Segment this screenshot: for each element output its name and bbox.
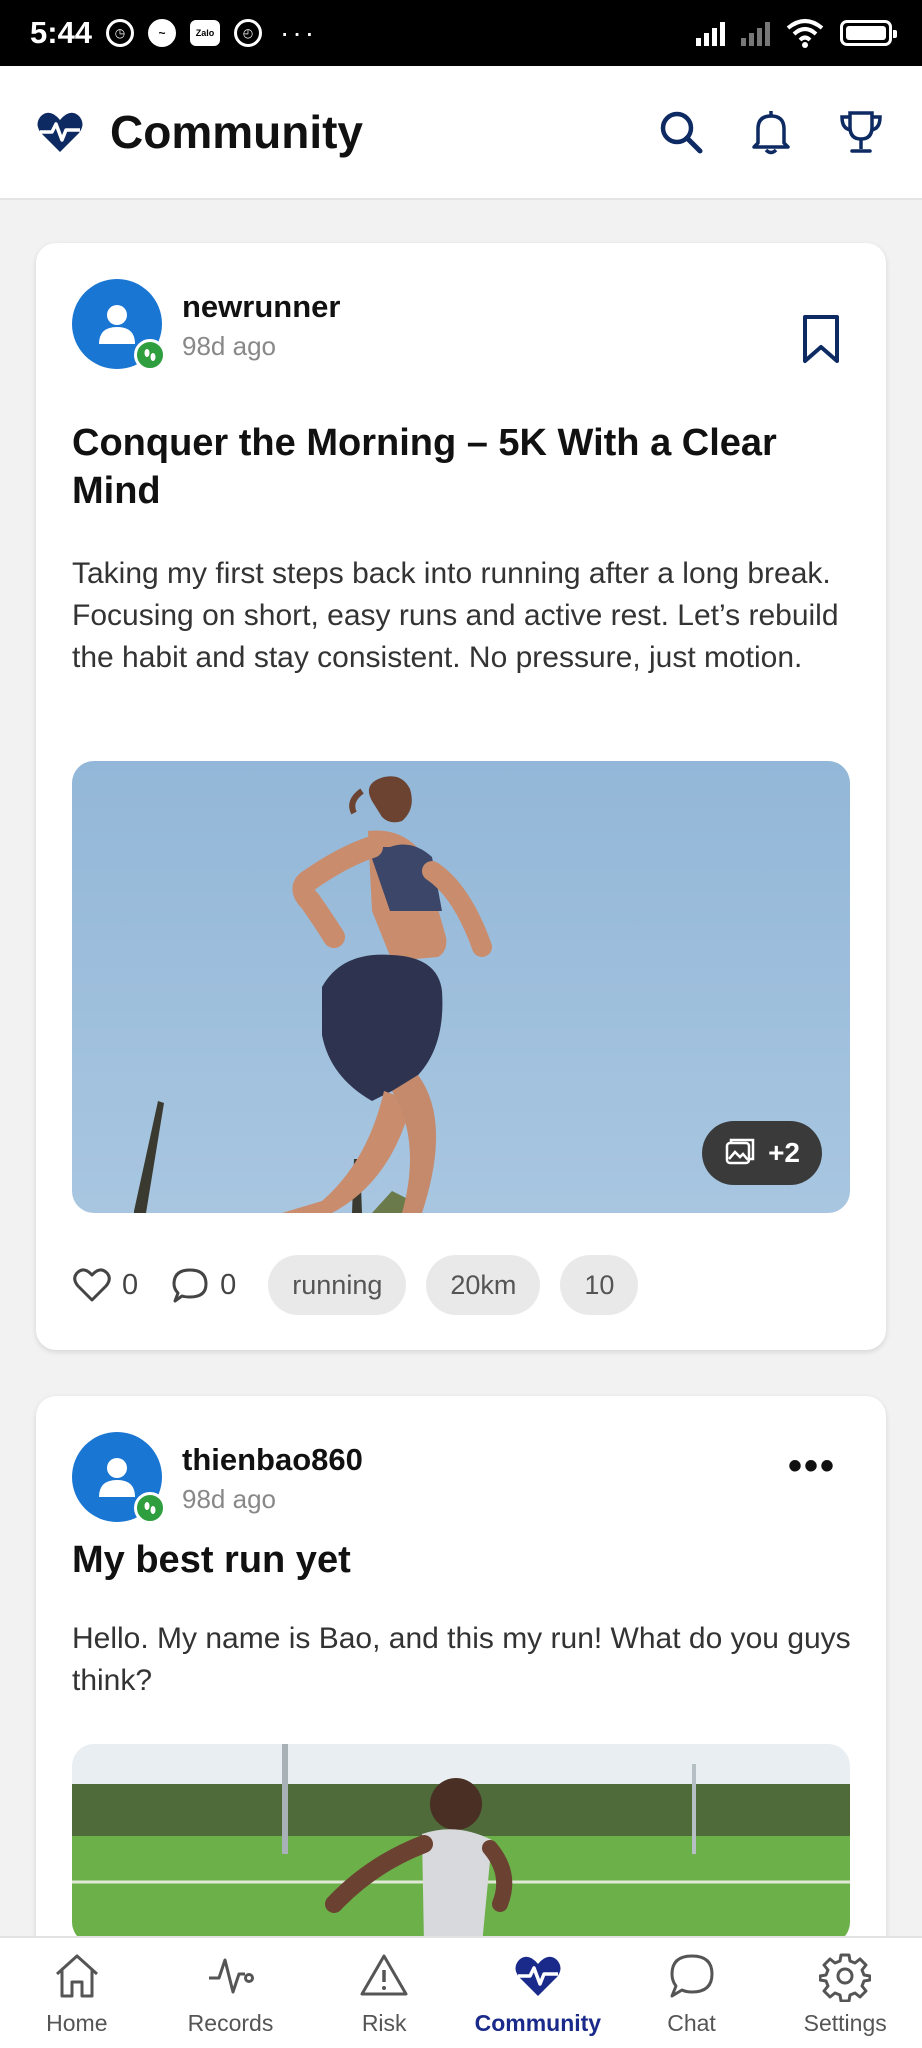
trophy-icon[interactable]: [836, 107, 886, 157]
warning-icon: [360, 1954, 408, 1996]
more-notifications-indicator: ···: [280, 17, 318, 48]
home-icon: [55, 1954, 98, 1998]
post-author-row[interactable]: thienbao860 98d ago: [72, 1432, 363, 1524]
chat-icon: [670, 1954, 714, 1998]
gallery-icon: [725, 1138, 755, 1165]
clock-status-icon: ◴: [234, 19, 263, 47]
nav-label: Settings: [803, 2010, 887, 2036]
user-icon: [99, 1458, 135, 1497]
runner-badge-icon: [134, 1492, 166, 1524]
post-title[interactable]: My best run yet: [72, 1536, 852, 1584]
like-count: 0: [122, 1268, 139, 1301]
alarm-status-icon: ◷: [106, 19, 135, 47]
status-time: 5:44: [30, 15, 93, 50]
nav-community[interactable]: Community: [461, 1938, 615, 2048]
comment-count: 0: [220, 1268, 237, 1301]
signal-strength-icon: [696, 20, 725, 46]
post-body: Hello. My name is Bao, and this my run! …: [72, 1622, 851, 1697]
post-image[interactable]: +2: [72, 761, 850, 1213]
nav-records[interactable]: Records: [154, 1938, 308, 2048]
zalo-status-icon: Zalo: [190, 20, 221, 46]
nav-label: Records: [187, 2010, 274, 2036]
app-header: Community: [0, 66, 922, 200]
nav-chat[interactable]: Chat: [615, 1938, 769, 2048]
nav-settings[interactable]: Settings: [768, 1938, 922, 2048]
author-name[interactable]: thienbao860: [182, 1442, 363, 1478]
post-card[interactable]: newrunner 98d ago Conquer the Morning – …: [36, 243, 886, 1350]
nav-home[interactable]: Home: [0, 1938, 154, 2048]
post-time: 98d ago: [182, 1484, 276, 1514]
pulse-icon: [208, 1958, 254, 1994]
nav-label: Risk: [361, 2010, 407, 2036]
avatar[interactable]: [72, 279, 166, 371]
comment-button[interactable]: 0: [170, 1265, 236, 1305]
messenger-status-icon: ~: [148, 19, 177, 47]
nav-risk[interactable]: Risk: [307, 1938, 461, 2048]
bookmark-icon[interactable]: [800, 313, 842, 365]
runner-photo: [72, 1744, 850, 1944]
page-title: Community: [110, 106, 363, 158]
bell-icon[interactable]: [746, 107, 796, 157]
post-body: Taking my first steps back into running …: [72, 557, 839, 674]
wifi-icon: [786, 19, 824, 48]
heart-icon: [73, 1268, 111, 1302]
post-image[interactable]: [72, 1744, 850, 1944]
nav-label: Community: [474, 2010, 602, 2036]
like-button[interactable]: 0: [72, 1265, 138, 1305]
post-time: 98d ago: [182, 331, 276, 361]
bottom-navigation: Home Records Risk Community Chat Setting…: [0, 1936, 922, 2048]
heartbeat-logo-icon: [37, 112, 83, 152]
tag-chip[interactable]: 20km: [426, 1255, 541, 1315]
battery-icon: [840, 20, 897, 46]
more-options-icon[interactable]: •••: [788, 1446, 836, 1486]
author-name[interactable]: newrunner: [182, 289, 340, 325]
comment-icon: [172, 1268, 208, 1303]
post-title[interactable]: Conquer the Morning – 5K With a Clear Mi…: [72, 419, 852, 515]
heartbeat-icon: [515, 1956, 561, 1996]
tag-chip[interactable]: running: [268, 1255, 407, 1315]
avatar[interactable]: [72, 1432, 166, 1524]
post-actions: 0 0 running 20km 10: [72, 1255, 658, 1315]
post-author-row[interactable]: newrunner 98d ago: [72, 279, 340, 371]
status-bar: 5:44 ◷ ~ Zalo ◴ ···: [0, 0, 922, 66]
nav-label: Home: [46, 2010, 108, 2036]
image-count-badge[interactable]: +2: [702, 1121, 822, 1185]
runner-badge-icon: [134, 339, 166, 371]
search-icon[interactable]: [656, 107, 706, 157]
user-icon: [99, 305, 135, 344]
nav-label: Chat: [667, 2010, 716, 2036]
image-count-text: +2: [768, 1137, 800, 1168]
gear-icon: [819, 1953, 872, 2002]
signal-strength-2-icon: [741, 20, 770, 46]
tag-chip[interactable]: 10: [560, 1255, 639, 1315]
